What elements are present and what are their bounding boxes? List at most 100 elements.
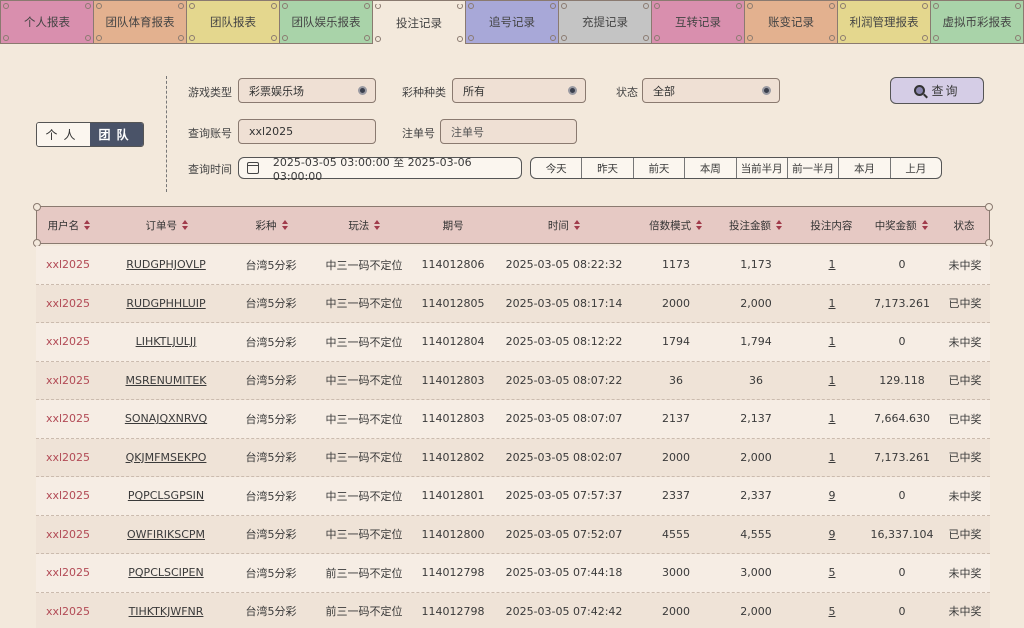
content-link[interactable]: 5 (800, 605, 864, 618)
cell-lottery: 台湾5分彩 (245, 566, 297, 580)
table-row: xxl2025 PQPCLSCIPEN 台湾5分彩 前三一码不定位 114012798 2… (36, 554, 990, 593)
quick-range-button[interactable]: 今天 (531, 158, 583, 178)
order-input[interactable]: 注单号 (440, 119, 577, 144)
tab-label: 团队报表 (210, 15, 256, 29)
header-order-label: 订单号 (145, 219, 177, 232)
scope-personal-button[interactable]: 个人 (37, 123, 90, 146)
cell-play: 中三一码不定位 (325, 528, 403, 542)
tab-2[interactable]: 团队报表 (186, 0, 279, 44)
cell-issue: 114012805 (421, 296, 485, 310)
quick-range-button[interactable]: 本周 (685, 158, 737, 178)
cell-time: 2025-03-05 08:07:07 (505, 412, 623, 426)
tab-1[interactable]: 团队体育报表 (93, 0, 186, 44)
status-select[interactable]: 全部 (642, 78, 780, 103)
tab-corner-ornament (3, 35, 9, 41)
tab-5[interactable]: 追号记录 (465, 0, 558, 44)
cell-play: 中三一码不定位 (325, 412, 403, 426)
tab-label: 充提记录 (582, 15, 628, 29)
tab-9[interactable]: 利润管理报表 (837, 0, 930, 44)
tab-label: 团队体育报表 (105, 15, 175, 29)
quick-range-button[interactable]: 前一半月 (788, 158, 840, 178)
quick-range-button[interactable]: 上月 (891, 158, 941, 178)
header-time[interactable]: 时间 (488, 207, 640, 243)
cell-user: xxl2025 (45, 450, 91, 464)
content-link[interactable]: 5 (800, 566, 864, 579)
game-type-select[interactable]: 彩票娱乐场 (238, 78, 376, 103)
filter-divider (166, 76, 167, 192)
header-win[interactable]: 中奖金额 (863, 207, 939, 243)
cell-amount: 1,173 (740, 258, 772, 272)
header-lottery[interactable]: 彩种 (233, 207, 311, 243)
tab-0[interactable]: 个人报表 (0, 0, 93, 44)
cell-time: 2025-03-05 08:12:22 (505, 335, 623, 349)
tab-8[interactable]: 账变记录 (744, 0, 837, 44)
content-link[interactable]: 1 (800, 412, 864, 425)
cell-user: xxl2025 (45, 296, 91, 310)
header-amount[interactable]: 投注金额 (712, 207, 800, 243)
order-link[interactable]: PQPCLSGPSIN (100, 489, 232, 502)
content-link[interactable]: 9 (800, 489, 864, 502)
tab-10[interactable]: 虚拟币彩报表 (930, 0, 1024, 44)
quick-range-button[interactable]: 当前半月 (737, 158, 788, 178)
scope-team-button[interactable]: 团队 (90, 123, 143, 146)
header-play[interactable]: 玩法 (310, 207, 418, 243)
cell-status: 已中奖 (948, 297, 982, 311)
tab-corner-ornament (840, 35, 846, 41)
content-link[interactable]: 9 (800, 528, 864, 541)
header-amount-label: 投注金额 (729, 219, 771, 232)
cell-user: xxl2025 (45, 412, 91, 426)
tab-corner-ornament (282, 35, 288, 41)
tab-corner-ornament (922, 3, 928, 9)
lottery-kind-select[interactable]: 所有 (452, 78, 586, 103)
dropdown-icon (762, 86, 771, 95)
order-link[interactable]: LIHKTLJULJJ (100, 335, 232, 348)
tab-3[interactable]: 团队娱乐报表 (279, 0, 372, 44)
header-mode[interactable]: 倍数模式 (640, 207, 712, 243)
lottery-kind-value: 所有 (463, 84, 485, 98)
header-order[interactable]: 订单号 (101, 207, 233, 243)
quick-range-button[interactable]: 本月 (839, 158, 891, 178)
order-link[interactable]: MSRENUMITEK (100, 374, 232, 387)
tab-label: 追号记录 (489, 15, 535, 29)
header-user[interactable]: 用户名 (37, 207, 101, 243)
quick-range-button[interactable]: 昨天 (582, 158, 634, 178)
account-input[interactable]: xxl2025 (238, 119, 376, 144)
cell-user: xxl2025 (45, 335, 91, 349)
cell-lottery: 台湾5分彩 (245, 335, 297, 349)
order-link[interactable]: PQPCLSCIPEN (100, 566, 232, 579)
tab-corner-ornament (375, 3, 381, 9)
tab-corner-ornament (189, 3, 195, 9)
quick-range-button[interactable]: 前天 (634, 158, 686, 178)
cell-user: xxl2025 (45, 373, 91, 387)
order-link[interactable]: SONAJQXNRVQ (100, 412, 232, 425)
tab-corner-ornament (178, 35, 184, 41)
cell-lottery: 台湾5分彩 (245, 412, 297, 426)
tab-7[interactable]: 互转记录 (651, 0, 744, 44)
tab-corner-ornament (96, 3, 102, 9)
table-row: xxl2025 LIHKTLJULJJ 台湾5分彩 中三一码不定位 114012804 2… (36, 323, 990, 362)
tab-corner-ornament (1015, 3, 1021, 9)
search-button-label: 查询 (931, 84, 960, 98)
date-range-input[interactable]: 2025-03-05 03:00:00 至 2025-03-06 03:00:0… (238, 156, 522, 183)
tab-corner-ornament (178, 3, 184, 9)
tab-4[interactable]: 投注记录 (372, 0, 465, 44)
quick-range-group: 今天 昨天 前天 本周 当前半月 前一半月 本月 上月 (530, 157, 942, 179)
tab-6[interactable]: 充提记录 (558, 0, 651, 44)
header-mode-label: 倍数模式 (649, 219, 692, 232)
order-link[interactable]: RUDGPHJOVLP (100, 258, 232, 271)
search-button[interactable]: 查询 (890, 77, 984, 104)
order-link[interactable]: QKJMFMSEKPO (100, 451, 232, 464)
tab-corner-ornament (1015, 35, 1021, 41)
content-link[interactable]: 1 (800, 335, 864, 348)
content-link[interactable]: 1 (800, 258, 864, 271)
order-link[interactable]: OWFIRIKSCPM (100, 528, 232, 541)
tab-corner-ornament (364, 35, 370, 41)
content-link[interactable]: 1 (800, 451, 864, 464)
content-link[interactable]: 1 (800, 297, 864, 310)
content-link[interactable]: 1 (800, 374, 864, 387)
tab-corner-ornament (643, 35, 649, 41)
cell-lottery: 台湾5分彩 (245, 489, 297, 503)
dropdown-icon (358, 86, 367, 95)
order-link[interactable]: TIHKTKJWFNR (100, 605, 232, 618)
order-link[interactable]: RUDGPHHLUIP (100, 297, 232, 310)
